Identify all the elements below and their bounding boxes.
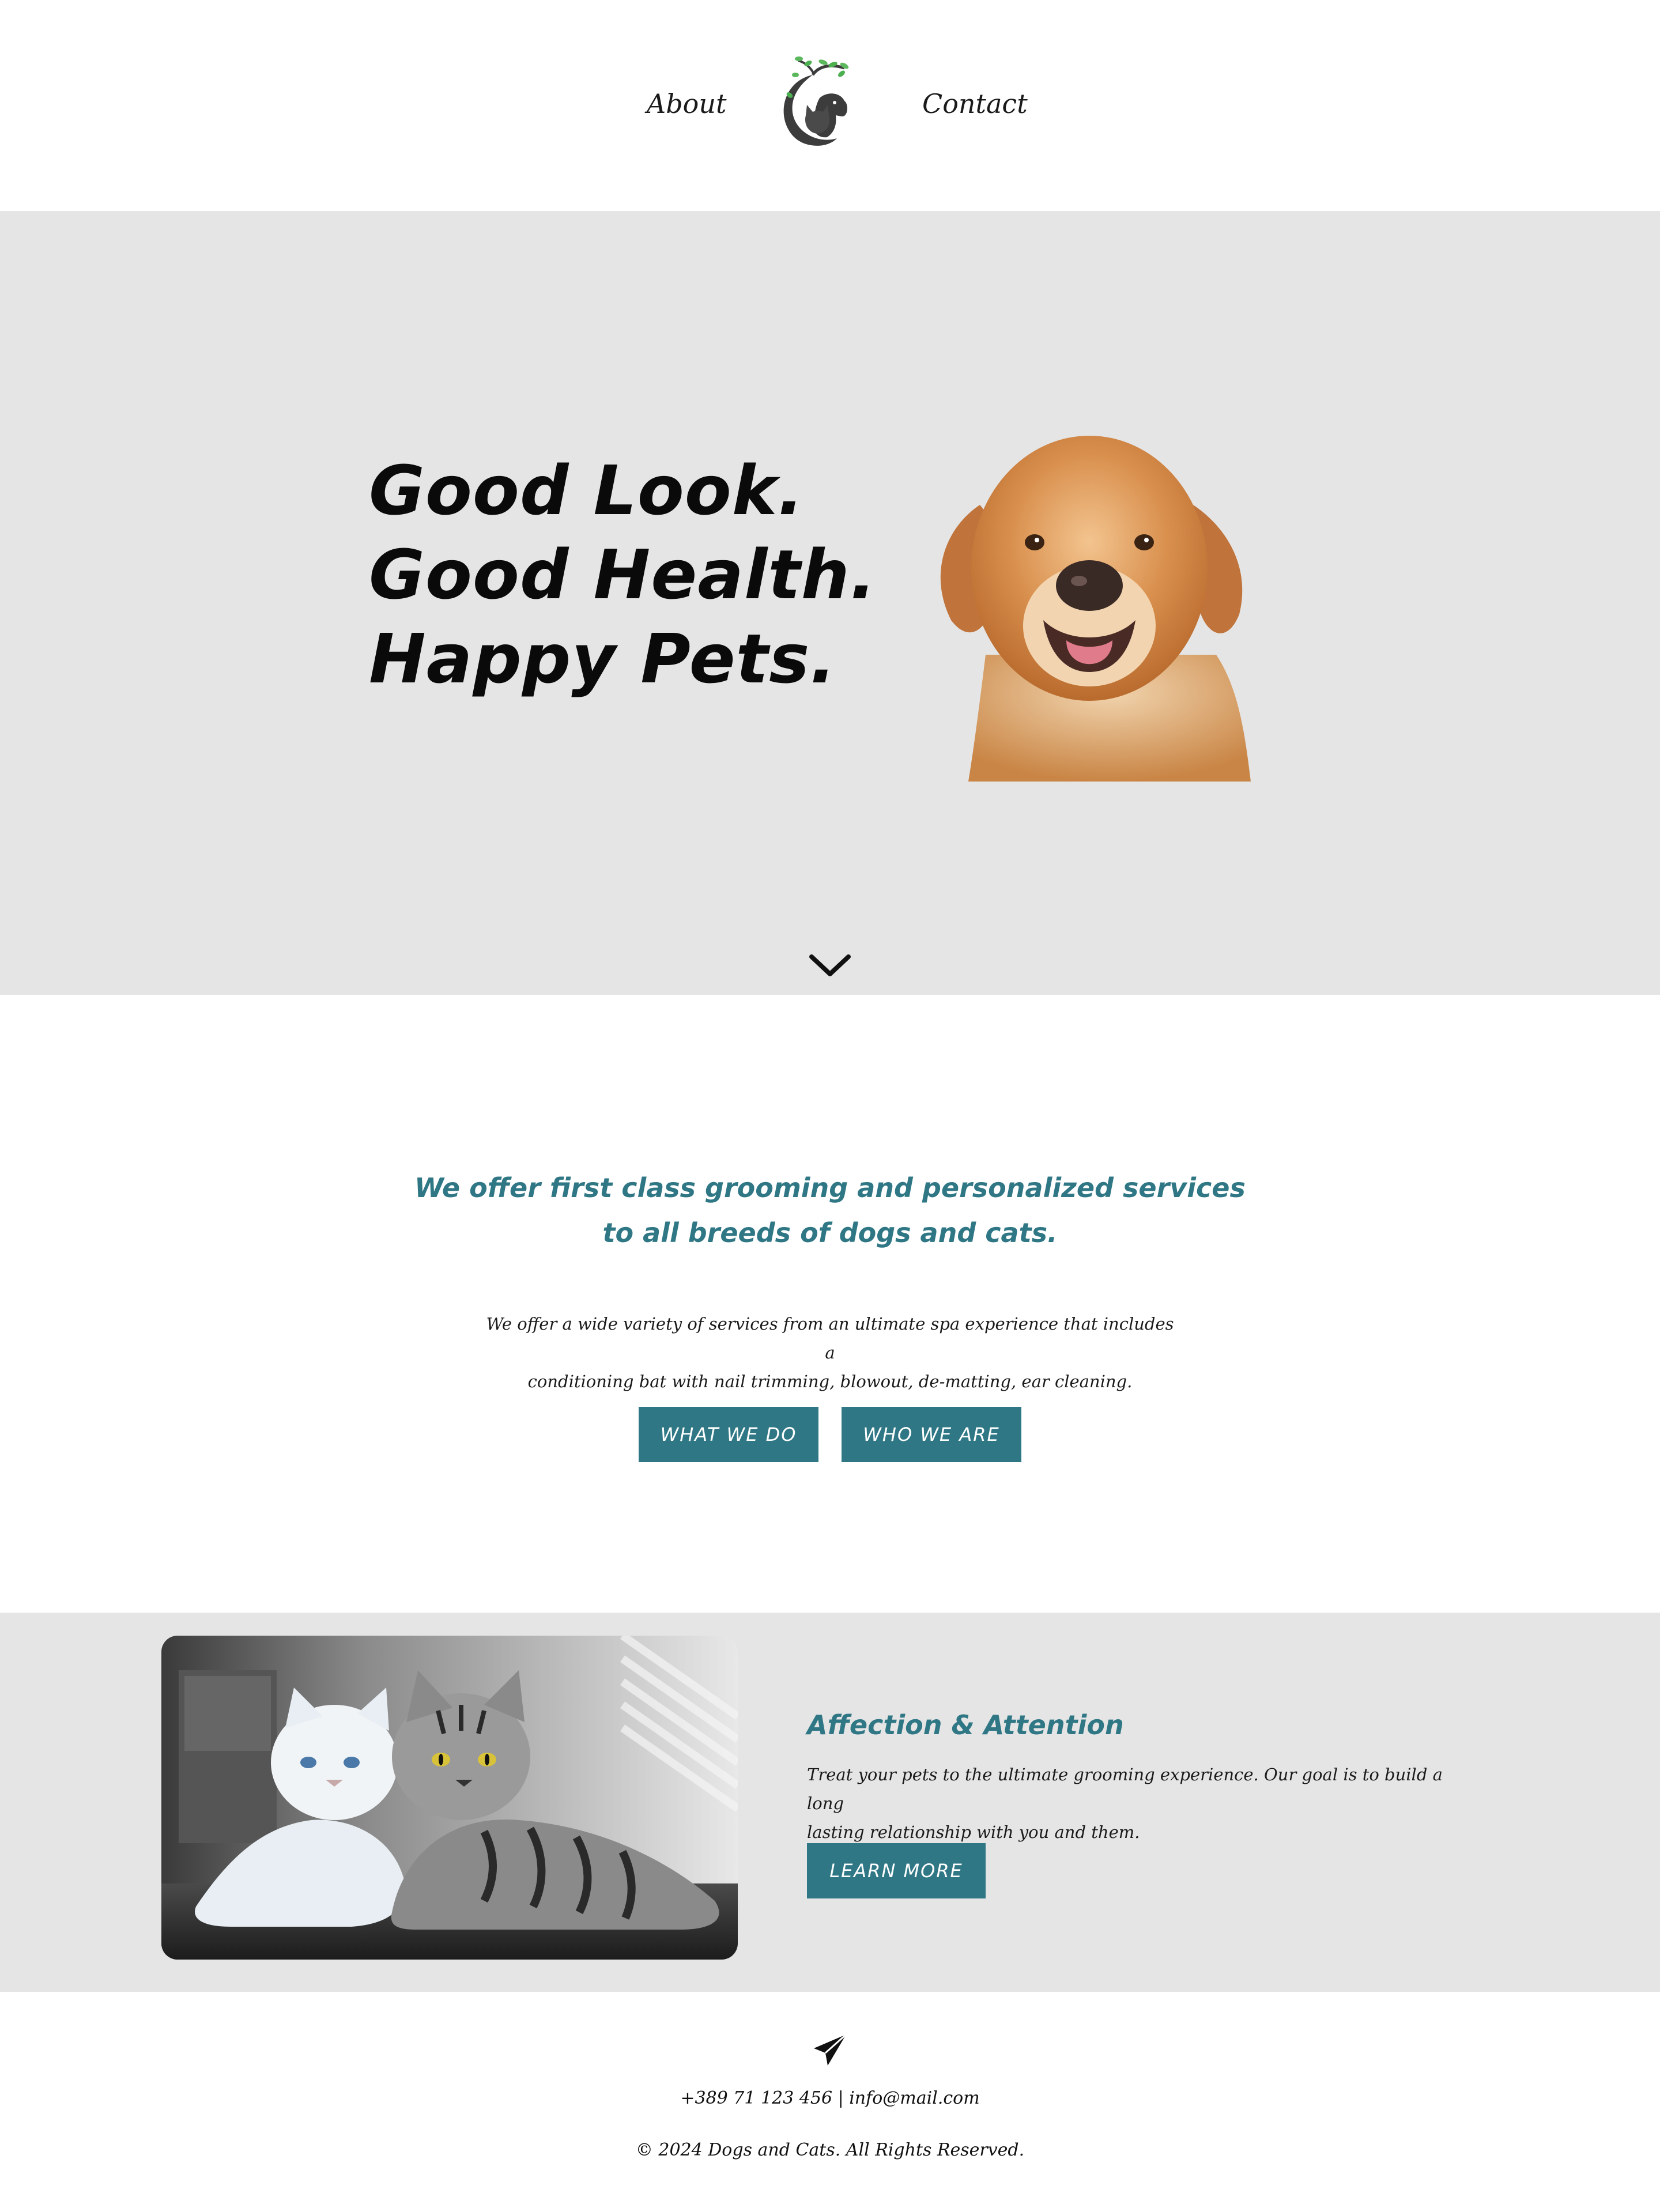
golden-retriever-photo: [940, 436, 1251, 782]
site-header: About Contact: [0, 0, 1660, 211]
intro-text: We offer a wide variety of services from…: [484, 1309, 1176, 1396]
hero-title-line-3: Happy Pets.: [369, 619, 837, 699]
intro-heading-line-1: We offer first class grooming and person…: [414, 1172, 1246, 1203]
hero-title-line-2: Good Health.: [369, 535, 877, 614]
hero-title: Good Look. Good Health. Happy Pets.: [369, 448, 877, 701]
chevron-down-icon[interactable]: [807, 949, 853, 983]
two-cats-photo: [161, 1636, 738, 1960]
who-we-are-button[interactable]: WHO WE ARE: [842, 1407, 1021, 1462]
footer-copyright: © 2024 Dogs and Cats. All Rights Reserve…: [635, 2140, 1025, 2160]
intro-heading: We offer first class grooming and person…: [0, 1165, 1660, 1255]
intro-section: We offer first class grooming and person…: [0, 995, 1660, 1613]
footer-contact-info: +389 71 123 456 | info@mail.com: [680, 2088, 980, 2108]
paper-plane-icon[interactable]: [812, 2032, 848, 2069]
learn-more-button[interactable]: LEARN MORE: [807, 1843, 986, 1898]
feature-section: Affection & Attention Treat your pets to…: [0, 1613, 1660, 1992]
feature-title: Affection & Attention: [807, 1709, 1124, 1741]
feature-text-line-1: Treat your pets to the ultimate grooming…: [807, 1765, 1443, 1813]
hero-section: Good Look. Good Health. Happy Pets.: [0, 211, 1660, 995]
what-we-do-button[interactable]: WHAT WE DO: [639, 1407, 818, 1462]
nav-link-contact[interactable]: Contact: [922, 84, 1028, 124]
intro-heading-line-2: to all breeds of dogs and cats.: [602, 1217, 1058, 1248]
intro-text-line-2: conditioning bat with nail trimming, blo…: [527, 1372, 1133, 1391]
intro-text-line-1: We offer a wide variety of services from…: [486, 1314, 1174, 1362]
hero-title-line-1: Good Look.: [369, 451, 805, 530]
feature-text-line-2: lasting relationship with you and them.: [807, 1822, 1140, 1842]
feature-text: Treat your pets to the ultimate grooming…: [807, 1760, 1452, 1847]
nav-link-about[interactable]: About: [647, 84, 726, 124]
dog-cat-tree-logo-icon[interactable]: [772, 52, 859, 150]
site-footer: +389 71 123 456 | info@mail.com © 2024 D…: [0, 1992, 1660, 2212]
